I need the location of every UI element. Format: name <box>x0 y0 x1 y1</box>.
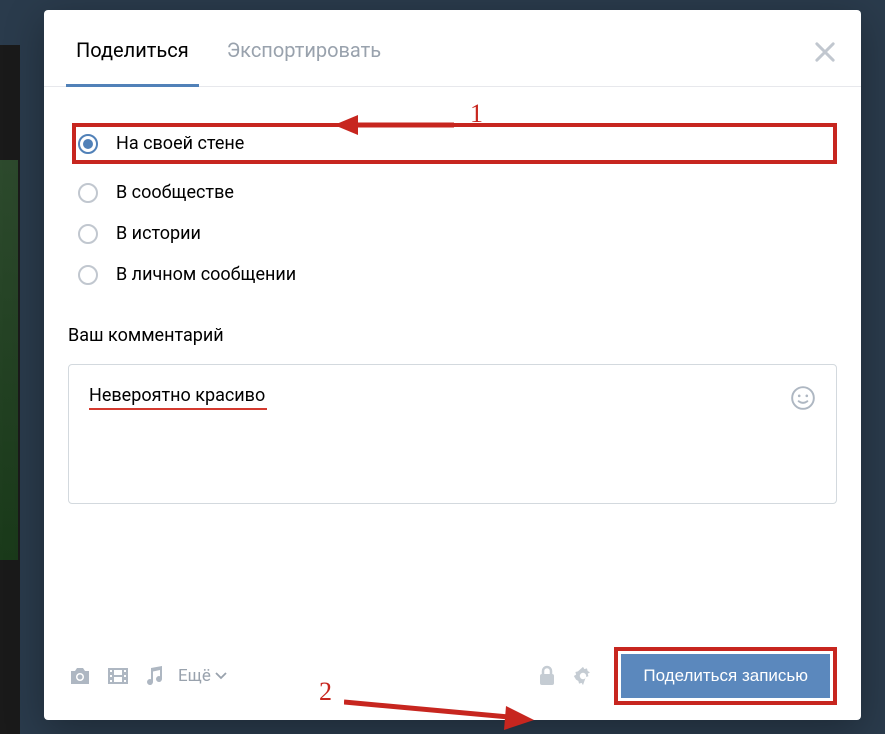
option-label: В истории <box>116 223 201 244</box>
attachment-icons <box>68 665 166 687</box>
camera-icon <box>68 665 92 687</box>
attach-video[interactable] <box>106 665 130 687</box>
more-label: Ещё <box>178 666 211 686</box>
privacy-button[interactable] <box>538 665 556 687</box>
dialog-body: На своей стене В сообществе В истории В … <box>44 87 861 720</box>
settings-button[interactable] <box>572 665 594 687</box>
attach-photo[interactable] <box>68 665 92 687</box>
close-icon <box>811 38 839 66</box>
radio-icon <box>78 265 98 285</box>
comment-label: Ваш комментарий <box>68 325 837 346</box>
close-button[interactable] <box>811 38 839 66</box>
option-community[interactable]: В сообществе <box>72 172 837 213</box>
smiley-icon <box>790 385 816 411</box>
tab-export[interactable]: Экспортировать <box>219 10 389 86</box>
option-label: В сообществе <box>116 182 234 203</box>
gear-icon <box>572 665 594 687</box>
tabs: Поделиться Экспортировать <box>44 10 411 86</box>
background-green <box>0 160 18 560</box>
emoji-button[interactable] <box>790 385 816 411</box>
tab-share[interactable]: Поделиться <box>68 10 197 86</box>
more-dropdown[interactable]: Ещё <box>178 666 227 686</box>
option-private-message[interactable]: В личном сообщении <box>72 254 837 295</box>
share-target-options: На своей стене В сообществе В истории В … <box>72 123 837 295</box>
option-own-wall[interactable]: На своей стене <box>72 123 837 164</box>
dialog-header: Поделиться Экспортировать <box>44 10 861 87</box>
music-icon <box>144 665 166 687</box>
radio-icon <box>78 183 98 203</box>
comment-text: Невероятно красиво <box>89 385 265 406</box>
radio-icon <box>78 224 98 244</box>
settings-icons <box>538 665 594 687</box>
comment-textarea[interactable]: Невероятно красиво <box>68 364 837 504</box>
share-button-highlight: Поделиться записью <box>614 647 837 705</box>
share-submit-button[interactable]: Поделиться записью <box>621 654 830 698</box>
film-icon <box>106 665 130 687</box>
option-label: На своей стене <box>116 133 244 154</box>
bottom-bar: Ещё Поделиться з <box>68 652 837 700</box>
share-dialog: Поделиться Экспортировать На своей стене… <box>44 10 861 720</box>
option-story[interactable]: В истории <box>72 213 837 254</box>
option-label: В личном сообщении <box>116 264 296 285</box>
chevron-down-icon <box>215 672 227 680</box>
annotation-step-2: 2 <box>319 677 332 707</box>
attach-audio[interactable] <box>144 665 166 687</box>
annotation-step-1: 1 <box>470 99 483 129</box>
lock-icon <box>538 665 556 687</box>
radio-icon <box>78 134 98 154</box>
